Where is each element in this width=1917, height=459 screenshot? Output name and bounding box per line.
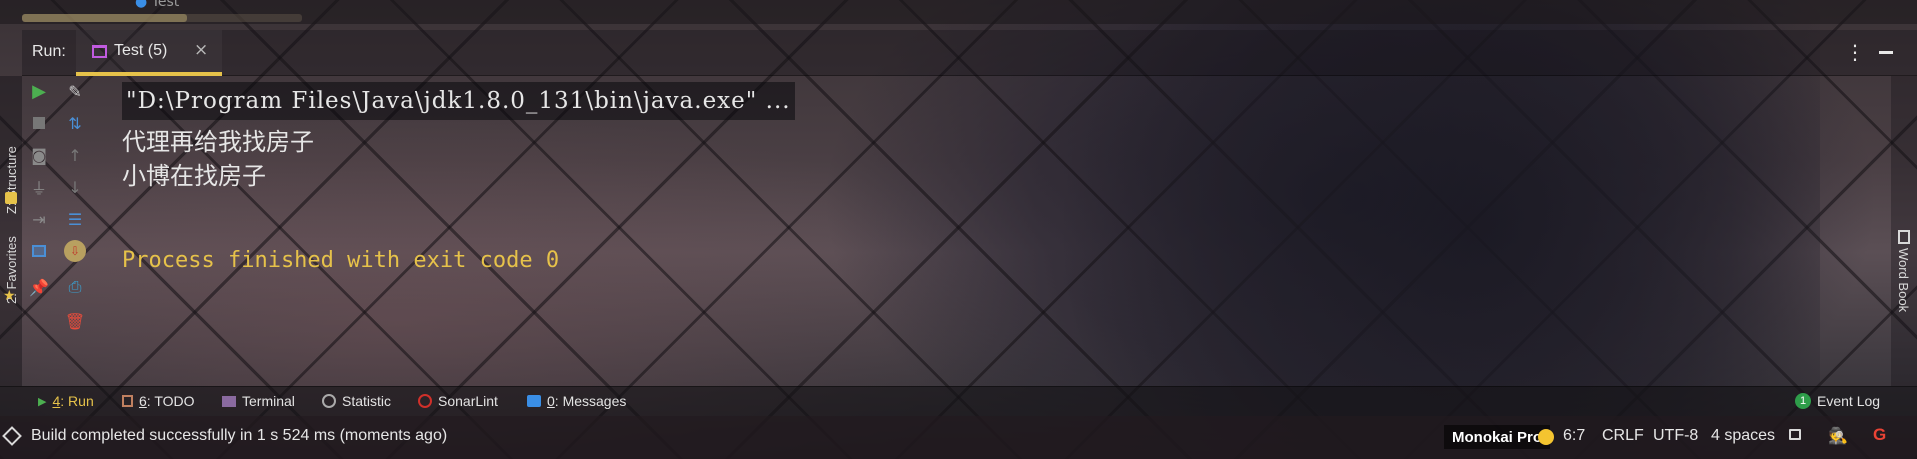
layout-icon[interactable] [28, 240, 50, 262]
print-icon[interactable]: ⎙ [64, 276, 86, 298]
tool-window-todo[interactable]: 6: TODO [122, 393, 195, 409]
console-output[interactable]: "D:\Program Files\Java\jdk1.8.0_131\bin\… [96, 80, 1876, 380]
more-options-icon[interactable]: ⋮ [1845, 38, 1865, 66]
rerun-icon[interactable]: ▶ [28, 80, 50, 102]
tool-windows-bar: ▶ 4: Run 6: TODO Terminal Statistic Sona… [0, 386, 1917, 416]
star-icon: ★ [3, 288, 16, 304]
delete-icon[interactable]: 🗑 [64, 310, 86, 332]
theme-dot-icon [1538, 429, 1554, 445]
caret-position[interactable]: 6:7 [1563, 427, 1585, 445]
tool-window-statistic[interactable]: Statistic [322, 393, 391, 409]
line-separator[interactable]: CRLF [1602, 427, 1644, 445]
console-output-line-1: 代理再给我找房子 [122, 128, 314, 156]
editor-tab-test[interactable]: ● Test [135, 0, 179, 10]
structure-icon [5, 192, 17, 204]
messages-icon [527, 395, 541, 407]
status-bar: Build completed successfully in 1 s 524 … [0, 416, 1917, 459]
horizontal-scrollbar-thumb[interactable] [22, 14, 187, 22]
file-encoding[interactable]: UTF-8 [1653, 427, 1698, 445]
editor-tab-strip: ● Test [0, 0, 1917, 24]
right-tool-strip: Word Book [1891, 76, 1917, 386]
scroll-to-end-icon[interactable]: ⇩ [64, 240, 86, 262]
todo-icon [122, 395, 133, 407]
close-icon[interactable]: × [194, 40, 208, 60]
minimize-icon[interactable] [1879, 51, 1893, 54]
console-output-line-2: 小博在找房子 [122, 162, 266, 190]
google-icon[interactable]: G [1873, 425, 1886, 445]
sonarlint-icon [418, 394, 432, 408]
run-panel-header: Run: Test (5) × ⋮ [22, 30, 1917, 76]
java-class-icon: ● [135, 0, 148, 10]
inspector-icon[interactable]: 🕵 [1828, 426, 1848, 445]
word-book-label: Word Book [1896, 248, 1911, 313]
run-config-icon [92, 45, 107, 58]
console-exit-message: Process finished with exit code 0 [122, 248, 560, 273]
build-status-text[interactable]: Build completed successfully in 1 s 524 … [31, 427, 447, 445]
up-arrow-icon[interactable]: ↑ [64, 144, 86, 166]
exit-icon[interactable]: ⇥ [28, 208, 50, 230]
soft-wrap-icon[interactable]: ☰ [64, 208, 86, 230]
stop-icon[interactable] [28, 112, 50, 134]
down-arrow-icon[interactable]: ↓ [64, 176, 86, 198]
run-label: Run: [32, 43, 66, 60]
statistic-icon [322, 394, 336, 408]
build-status-icon [2, 426, 22, 446]
plug-icon[interactable]: ⏚ [28, 176, 50, 198]
tool-window-sonarlint[interactable]: SonarLint [418, 393, 498, 409]
lock-icon[interactable] [1789, 429, 1801, 440]
tool-window-terminal[interactable]: Terminal [222, 393, 295, 409]
terminal-icon [222, 395, 236, 407]
pin-icon[interactable]: 📌 [28, 276, 50, 298]
indent-setting[interactable]: 4 spaces [1711, 427, 1775, 445]
tool-window-messages[interactable]: 0: Messages [527, 393, 626, 409]
clear-brush-icon[interactable]: ✎ [64, 80, 86, 102]
event-count-badge: 1 [1795, 393, 1811, 409]
left-tool-strip: Z: Structure 2: Favorites ★ [0, 76, 22, 386]
tool-window-event-log[interactable]: 1 Event Log [1795, 393, 1880, 409]
camera-icon[interactable]: ◙ [28, 144, 50, 166]
tool-window-run[interactable]: ▶ 4: Run [38, 393, 94, 409]
run-icon: ▶ [38, 395, 47, 408]
book-icon [1898, 230, 1910, 244]
run-tab-label: Test (5) [114, 42, 168, 59]
sort-icon[interactable]: ⇅ [64, 112, 86, 134]
run-tab-test[interactable]: Test (5) × [76, 30, 222, 76]
word-book-tool-button[interactable]: Word Book [1891, 226, 1917, 316]
console-command-line[interactable]: "D:\Program Files\Java\jdk1.8.0_131\bin\… [122, 82, 795, 120]
theme-indicator[interactable]: Monokai Pro [1444, 425, 1551, 449]
